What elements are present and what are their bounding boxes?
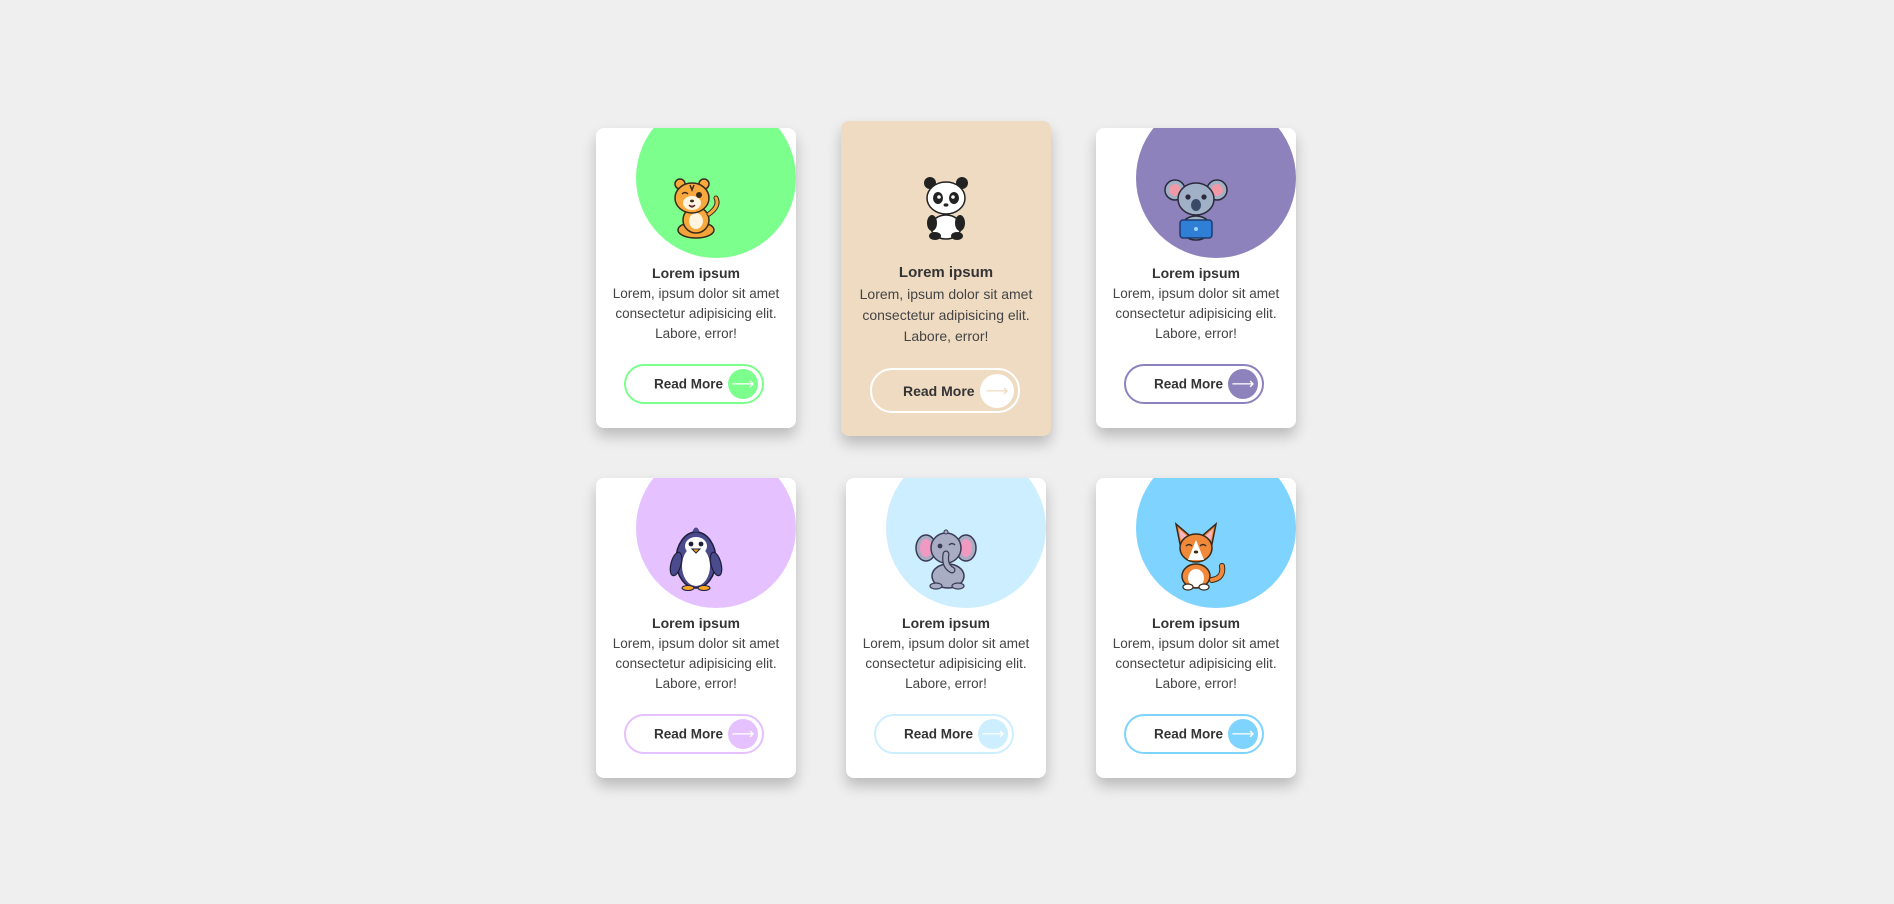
card-title: Lorem ipsum <box>902 615 990 631</box>
panda-icon <box>924 177 968 240</box>
read-more-label: Read More <box>654 376 724 392</box>
card-grid: Lorem ipsum Lorem, ipsum dolor sit amet … <box>0 0 1894 904</box>
read-more-button[interactable]: Read More ⟶ <box>874 714 1014 754</box>
card-description: Lorem, ipsum dolor sit amet consectetur … <box>862 636 1030 691</box>
read-more-label: Read More <box>903 382 975 399</box>
card-description: Lorem, ipsum dolor sit amet consectetur … <box>1112 636 1280 691</box>
card-title: Lorem ipsum <box>652 615 740 631</box>
card-tiger: Lorem ipsum Lorem, ipsum dolor sit amet … <box>596 128 796 428</box>
arrow-right-icon: ⟶ <box>728 719 758 749</box>
card-description: Lorem, ipsum dolor sit amet consectetur … <box>612 286 780 341</box>
read-more-button[interactable]: Read More ⟶ <box>870 368 1020 413</box>
read-more-button[interactable]: Read More ⟶ <box>624 714 764 754</box>
card-panda: Lorem ipsum Lorem, ipsum dolor sit amet … <box>841 121 1051 436</box>
read-more-label: Read More <box>1154 376 1224 392</box>
card-elephant: Lorem ipsum Lorem, ipsum dolor sit amet … <box>846 478 1046 778</box>
read-more-label: Read More <box>654 726 724 742</box>
card-title: Lorem ipsum <box>1152 265 1240 281</box>
read-more-button[interactable]: Read More ⟶ <box>1124 364 1264 404</box>
arrow-right-icon: ⟶ <box>978 719 1008 749</box>
card-description: Lorem, ipsum dolor sit amet consectetur … <box>1112 286 1280 341</box>
card-title: Lorem ipsum <box>898 264 994 281</box>
card-title: Lorem ipsum <box>652 265 740 281</box>
card-penguin: Lorem ipsum Lorem, ipsum dolor sit amet … <box>596 478 796 778</box>
penguin-icon <box>669 527 723 591</box>
arrow-right-icon: ⟶ <box>1228 369 1258 399</box>
card-title: Lorem ipsum <box>1152 615 1240 631</box>
arrow-right-icon: ⟶ <box>980 373 1014 408</box>
card-koala: Lorem ipsum Lorem, ipsum dolor sit amet … <box>1096 128 1296 428</box>
card-fox: Lorem ipsum Lorem, ipsum dolor sit amet … <box>1096 478 1296 778</box>
elephant-icon <box>915 529 977 590</box>
koala-icon <box>1164 179 1228 241</box>
card-description: Lorem, ipsum dolor sit amet consectetur … <box>859 286 1033 344</box>
arrow-right-icon: ⟶ <box>728 369 758 399</box>
card-description: Lorem, ipsum dolor sit amet consectetur … <box>612 636 780 691</box>
read-more-button[interactable]: Read More ⟶ <box>624 364 764 404</box>
arrow-right-icon: ⟶ <box>1228 719 1258 749</box>
read-more-label: Read More <box>1154 726 1224 742</box>
fox-icon <box>1174 522 1226 591</box>
tiger-icon <box>674 178 720 239</box>
read-more-button[interactable]: Read More ⟶ <box>1124 714 1264 754</box>
read-more-label: Read More <box>904 726 974 742</box>
